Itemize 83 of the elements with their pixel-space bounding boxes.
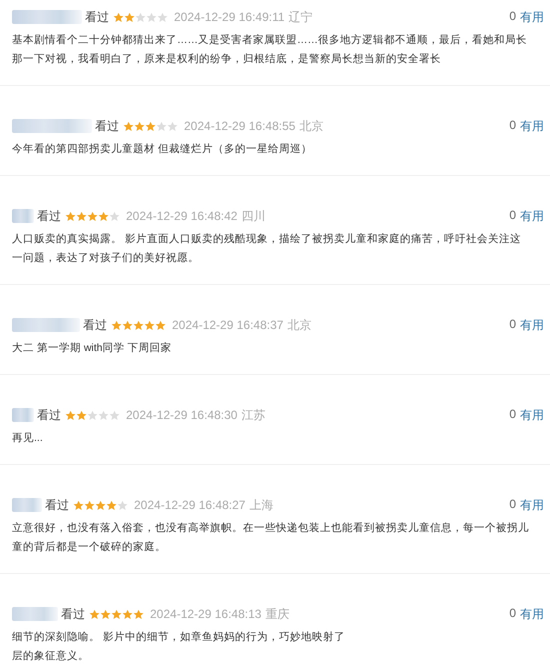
status-label: 看过 <box>85 8 109 26</box>
star-icon <box>98 410 109 420</box>
useful-link[interactable]: 有用 <box>520 8 544 26</box>
review-time: 2024-12-29 16:48:55 <box>184 119 296 133</box>
star-icon <box>122 320 133 330</box>
star-icon <box>122 608 133 620</box>
useful-count: 0 <box>509 406 516 422</box>
star-icon <box>133 320 144 330</box>
star-icon <box>87 410 98 420</box>
review-location: 辽宁 <box>288 8 313 26</box>
star-icon <box>157 12 168 22</box>
status-label: 看过 <box>37 406 61 424</box>
blurred-username <box>12 318 80 332</box>
star-icon <box>76 410 87 420</box>
status-label: 看过 <box>37 208 61 224</box>
star-icon <box>167 120 178 132</box>
star-icon <box>111 608 122 620</box>
status-label: 看过 <box>95 118 119 134</box>
review-text: 立意很好，也没有落入俗套，也没有高举旗帜。在一些快递包装上也能看到被拐卖儿童信息，每一个被拐儿 童的背后都是一个破碎的家庭。 <box>12 521 530 555</box>
useful-link[interactable]: 有用 <box>520 316 544 334</box>
useful-link[interactable]: 有用 <box>520 496 544 514</box>
review-location: 重庆 <box>265 606 290 622</box>
star-icon <box>65 210 76 222</box>
star-icon <box>65 410 76 420</box>
useful-count: 0 <box>509 8 516 24</box>
star-icon <box>73 500 84 510</box>
star-icon <box>109 210 120 222</box>
useful-link[interactable]: 有用 <box>520 118 544 134</box>
blurred-username <box>12 209 34 223</box>
star-icon <box>156 120 167 132</box>
star-icon <box>100 608 111 620</box>
star-icon <box>89 608 100 620</box>
star-icon <box>98 210 109 222</box>
useful-count: 0 <box>509 208 516 224</box>
review-text: 再见... <box>12 431 44 446</box>
review-text: 大二 第一学期 with同学 下周回家 <box>12 341 172 356</box>
star-icon <box>87 210 98 222</box>
blurred-username <box>12 607 58 621</box>
blurred-username <box>12 498 42 512</box>
star-icon <box>146 12 157 22</box>
star-icon <box>109 410 120 420</box>
star-icon <box>123 120 134 132</box>
review-text: 基本剧情看个二十分钟都猜出来了……又是受害者家属联盟……很多地方逻辑都不通顺，最后，看她和局长 那一下对视，我看明白了，原来是权利的纷争，归根结底，是警察局长想当新的安全署长 <box>12 33 528 67</box>
useful-count: 0 <box>509 316 516 332</box>
star-icon <box>145 120 156 132</box>
star-icon <box>76 210 87 222</box>
useful-link[interactable]: 有用 <box>520 208 544 224</box>
star-icon <box>95 500 106 510</box>
useful-link[interactable]: 有用 <box>520 606 544 622</box>
review-time: 2024-12-29 16:49:11 <box>174 10 285 24</box>
useful-count: 0 <box>509 496 516 512</box>
blurred-username <box>12 10 82 24</box>
status-label: 看过 <box>45 496 69 514</box>
review-text: 细节的深刻隐喻。 影片中的细节，如章鱼妈妈的行为，巧妙地映射了 层的象征意义。 <box>12 630 346 664</box>
review-time: 2024-12-29 16:48:30 <box>126 408 238 422</box>
review-text: 今年看的第四部拐卖儿童题材 但裁缝烂片（多的一星给周巡） <box>12 142 313 157</box>
useful-link[interactable]: 有用 <box>520 406 544 424</box>
useful-count: 0 <box>509 118 516 134</box>
star-icon <box>106 500 117 510</box>
status-label: 看过 <box>61 606 85 622</box>
review-time: 2024-12-29 16:48:27 <box>134 498 246 512</box>
review-text: 人口贩卖的真实揭露。 影片直面人口贩卖的残酷现象，描绘了被拐卖儿童和家庭的痛苦，呼吁社会关注这 一问题，表达了对孩子们的美好祝愿。 <box>12 232 522 266</box>
star-icon <box>134 120 145 132</box>
star-icon <box>133 608 144 620</box>
star-icon <box>117 500 128 510</box>
review-location: 四川 <box>241 208 266 224</box>
review-time: 2024-12-29 16:48:13 <box>150 607 262 621</box>
useful-count: 0 <box>509 606 516 622</box>
star-icon <box>113 12 124 22</box>
review-location: 江苏 <box>241 406 266 424</box>
review-location: 北京 <box>287 316 312 334</box>
star-icon <box>135 12 146 22</box>
review-location: 北京 <box>299 118 324 134</box>
review-time: 2024-12-29 16:48:37 <box>172 318 284 332</box>
status-label: 看过 <box>83 316 107 334</box>
review-location: 上海 <box>249 496 274 514</box>
star-icon <box>84 500 95 510</box>
star-icon <box>111 320 122 330</box>
star-icon <box>124 12 135 22</box>
blurred-username <box>12 408 34 422</box>
star-icon <box>144 320 155 330</box>
review-time: 2024-12-29 16:48:42 <box>126 209 238 223</box>
star-icon <box>155 320 166 330</box>
